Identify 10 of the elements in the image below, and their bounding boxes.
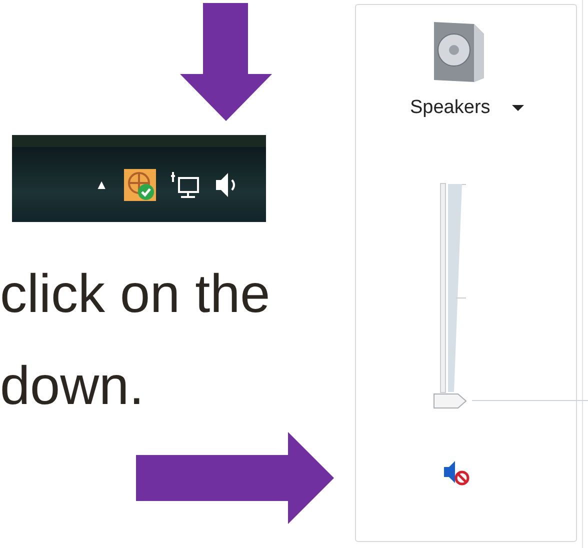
instruction-text: down. [0, 355, 144, 418]
speaker-icon[interactable] [214, 170, 238, 198]
dropdown-caret-icon[interactable] [512, 105, 524, 111]
instruction-text: click on the [0, 263, 270, 326]
network-monitor-icon[interactable] [170, 170, 200, 200]
globe-check-icon[interactable] [124, 168, 156, 200]
device-name: Speakers [410, 97, 490, 119]
slider-thumb[interactable] [432, 393, 468, 409]
show-hidden-icons-button[interactable]: ▲ [95, 177, 108, 192]
slider-track[interactable] [440, 183, 446, 393]
